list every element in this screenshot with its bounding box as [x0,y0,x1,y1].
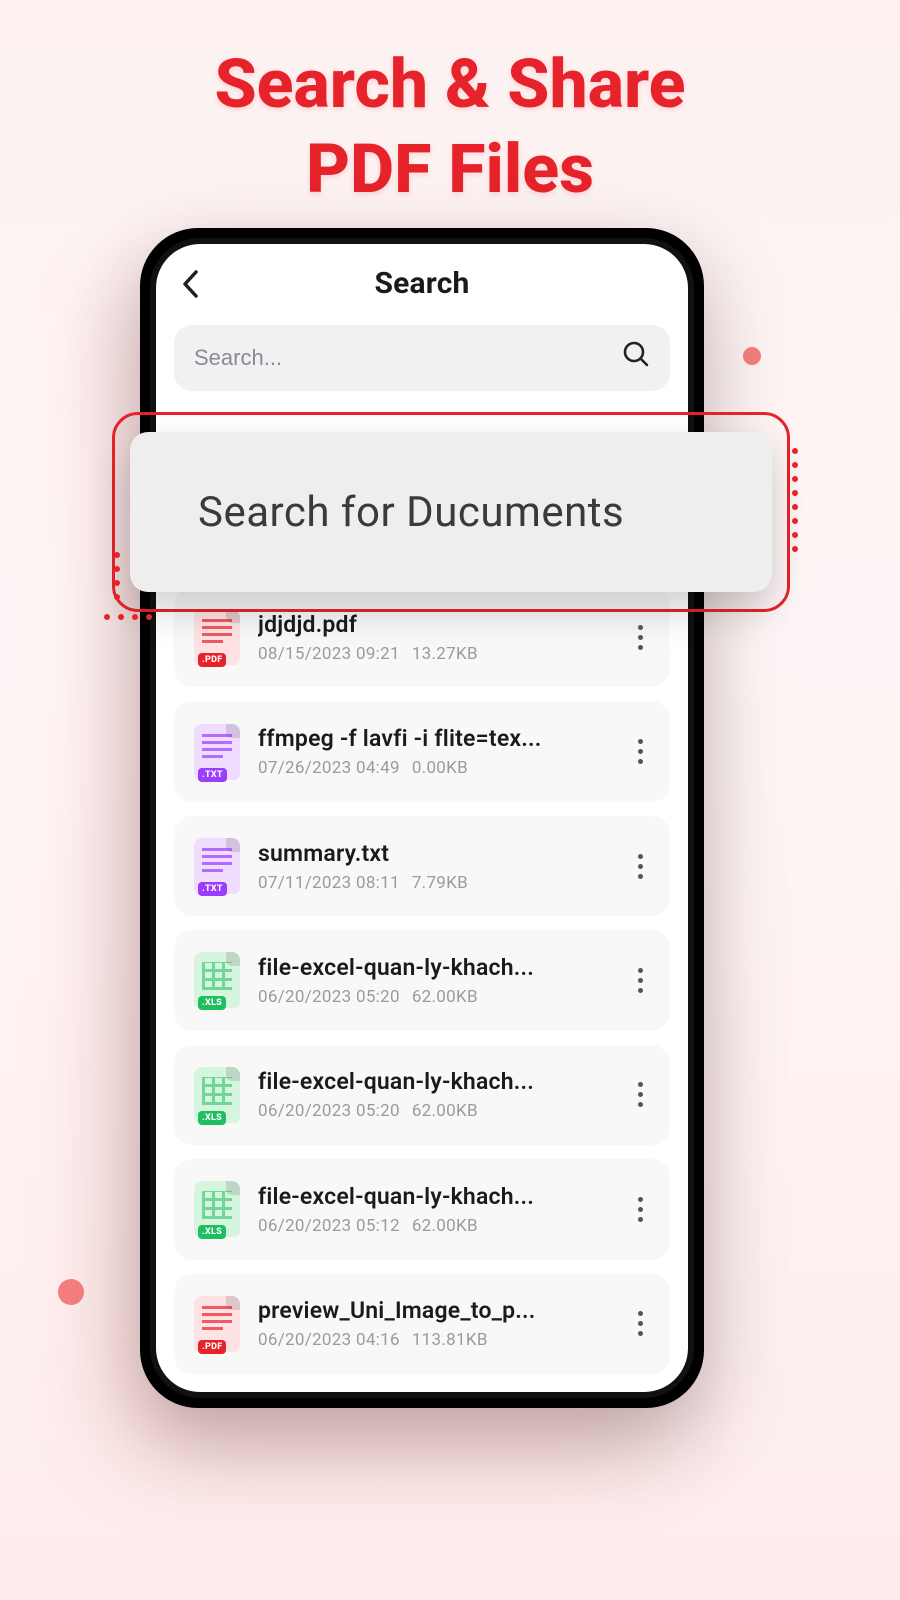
pdf-file-icon: .PDF [194,1296,240,1352]
promo-line1: Search & Share [0,42,900,127]
file-type-tag: .TXT [198,768,227,782]
file-main: ffmpeg -f lavfi -i flite=tex... 07/26/202… [258,725,600,778]
more-vertical-icon [638,1082,643,1107]
search-input[interactable] [194,345,610,371]
file-meta: 06/20/2023 05:20 62.00KB [258,1101,600,1121]
phone-mockup: Search .PDF jdjdjd.pdf 08/15/2023 09:21 13.… [140,228,704,1408]
more-vertical-icon [638,968,643,993]
file-date: 07/11/2023 08:11 [258,873,400,893]
file-name: summary.txt [258,840,600,867]
app-screen: Search .PDF jdjdjd.pdf 08/15/2023 09:21 13.… [156,244,688,1392]
decorative-dot [743,347,761,365]
file-name: file-excel-quan-ly-khach... [258,1183,600,1210]
more-options-button[interactable] [618,1289,662,1359]
more-options-button[interactable] [618,717,662,787]
search-icon[interactable] [622,340,650,376]
txt-file-icon: .TXT [194,724,240,780]
promo-line2: PDF Files [0,127,900,212]
file-meta: 07/26/2023 04:49 0.00KB [258,758,600,778]
file-main: jdjdjd.pdf 08/15/2023 09:21 13.27KB [258,611,600,664]
file-type-tag: .XLS [198,996,226,1010]
xls-file-icon: .XLS [194,1067,240,1123]
file-meta: 06/20/2023 05:20 62.00KB [258,987,600,1007]
file-list: .PDF jdjdjd.pdf 08/15/2023 09:21 13.27KB .TX… [156,587,688,1392]
page-title: Search [174,266,670,301]
txt-file-icon: .TXT [194,838,240,894]
pdf-file-icon: .PDF [194,609,240,665]
file-main: file-excel-quan-ly-khach... 06/20/2023 05… [258,954,600,1007]
file-meta: 08/15/2023 09:21 13.27KB [258,644,600,664]
more-vertical-icon [638,854,643,879]
file-type-tag: .XLS [198,1111,226,1125]
decorative-dot [58,1279,84,1305]
search-bar[interactable] [174,325,670,391]
file-date: 06/20/2023 05:20 [258,1101,400,1121]
file-date: 07/26/2023 04:49 [258,758,400,778]
file-main: preview_Uni_Image_to_p... 06/20/2023 04:1… [258,1297,600,1350]
file-size: 62.00KB [412,987,478,1007]
more-vertical-icon [638,1311,643,1336]
file-size: 113.81KB [412,1330,488,1350]
more-vertical-icon [638,625,643,650]
file-date: 06/20/2023 05:20 [258,987,400,1007]
file-type-tag: .PDF [198,653,226,667]
decorative-dots [114,552,130,600]
more-options-button[interactable] [618,831,662,901]
file-name: preview_Uni_Image_to_p... [258,1297,600,1324]
file-row[interactable]: .XLS file-excel-quan-ly-khach... 06/20/202… [174,1045,670,1145]
file-type-tag: .XLS [198,1225,226,1239]
file-meta: 06/20/2023 04:16 113.81KB [258,1330,600,1350]
promo-title: Search & Share PDF Files [0,0,900,212]
file-main: summary.txt 07/11/2023 08:11 7.79KB [258,840,600,893]
file-row[interactable]: .PDF jdjdjd.pdf 08/15/2023 09:21 13.27KB [174,587,670,687]
more-vertical-icon [638,1197,643,1222]
more-vertical-icon [638,739,643,764]
more-options-button[interactable] [618,1060,662,1130]
more-options-button[interactable] [618,602,662,672]
file-size: 62.00KB [412,1216,478,1236]
file-name: ffmpeg -f lavfi -i flite=tex... [258,725,600,752]
xls-file-icon: .XLS [194,952,240,1008]
file-size: 62.00KB [412,1101,478,1121]
file-row[interactable]: .PDF preview_Uni_Image_to_p... 06/20/2023 … [174,1274,670,1374]
file-date: 06/20/2023 04:16 [258,1330,400,1350]
file-meta: 06/20/2023 05:12 62.00KB [258,1216,600,1236]
file-size: 13.27KB [412,644,478,664]
file-name: file-excel-quan-ly-khach... [258,954,600,981]
file-name: jdjdjd.pdf [258,611,600,638]
more-options-button[interactable] [618,945,662,1015]
xls-file-icon: .XLS [194,1181,240,1237]
file-meta: 07/11/2023 08:11 7.79KB [258,873,600,893]
file-row[interactable]: .TXT ffmpeg -f lavfi -i flite=tex... 07/26… [174,701,670,801]
file-name: file-excel-quan-ly-khach... [258,1068,600,1095]
file-type-tag: .PDF [198,1340,226,1354]
file-row[interactable]: .TXT summary.txt 07/11/2023 08:11 7.79KB [174,816,670,916]
file-type-tag: .TXT [198,882,227,896]
file-size: 0.00KB [412,758,468,778]
file-size: 7.79KB [412,873,468,893]
file-row[interactable]: .XLS file-excel-quan-ly-khach... 06/20/202… [174,930,670,1030]
file-row[interactable]: .XLS file-excel-quan-ly-khach... 06/20/202… [174,1159,670,1259]
decorative-dots [792,448,798,552]
file-date: 06/20/2023 05:12 [258,1216,400,1236]
more-options-button[interactable] [618,1174,662,1244]
file-date: 08/15/2023 09:21 [258,644,400,664]
app-header: Search [156,244,688,319]
file-main: file-excel-quan-ly-khach... 06/20/2023 05… [258,1068,600,1121]
file-main: file-excel-quan-ly-khach... 06/20/2023 05… [258,1183,600,1236]
